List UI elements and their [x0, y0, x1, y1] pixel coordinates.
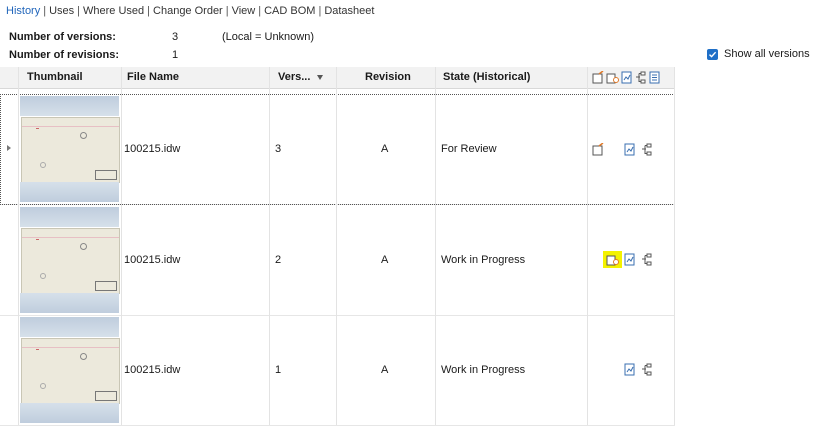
tab-history[interactable]: History: [6, 5, 40, 17]
checkbox-checked-icon: [707, 48, 718, 60]
tab-separator: |: [43, 5, 47, 17]
versions-count-label: Number of versions:: [9, 31, 116, 43]
column-divider: [587, 67, 588, 425]
show-all-versions-checkbox[interactable]: Show all versions: [707, 48, 810, 60]
column-header-thumbnail[interactable]: Thumbnail: [27, 67, 83, 88]
tab-datasheet[interactable]: Datasheet: [324, 5, 374, 17]
state-cell: For Review: [441, 143, 497, 155]
structure-tree-icon[interactable]: [640, 363, 653, 376]
tab-where-used[interactable]: Where Used: [83, 5, 144, 17]
tab-separator: |: [258, 5, 262, 17]
column-divider: [336, 67, 337, 425]
checkout-doc-icon[interactable]: [606, 71, 619, 84]
versions-local-note: (Local = Unknown): [222, 31, 315, 43]
column-header-version[interactable]: Vers...: [278, 67, 310, 88]
released-doc-icon[interactable]: [592, 71, 605, 84]
revision-cell: A: [381, 364, 389, 376]
drawing-thumbnail[interactable]: [20, 207, 120, 313]
history-grid: Thumbnail File Name Vers... Revision Sta…: [0, 67, 675, 426]
tab-view[interactable]: View: [232, 5, 256, 17]
version-cell: 3: [275, 143, 282, 155]
tab-separator: |: [318, 5, 322, 17]
tab-uses[interactable]: Uses: [49, 5, 74, 17]
table-row[interactable]: 100215.idw 1 A Work in Progress: [0, 315, 675, 426]
column-header-state[interactable]: State (Historical): [443, 67, 530, 88]
structure-tree-icon[interactable]: [640, 253, 653, 266]
tab-separator: |: [77, 5, 81, 17]
file-name-cell[interactable]: 100215.idw: [124, 315, 180, 425]
properties-doc-icon[interactable]: [648, 71, 661, 84]
column-divider: [269, 67, 270, 425]
table-row[interactable]: 100215.idw 2 A Work in Progress: [0, 205, 675, 316]
drawing-doc-icon[interactable]: [623, 143, 636, 156]
revision-cell: A: [381, 254, 389, 266]
column-divider: [435, 67, 436, 425]
tab-cad-bom[interactable]: CAD BOM: [264, 5, 315, 17]
tab-separator: |: [147, 5, 151, 17]
drawing-doc-icon[interactable]: [623, 363, 636, 376]
column-divider: [674, 67, 675, 425]
drawing-doc-icon[interactable]: [620, 71, 633, 84]
drawing-thumbnail[interactable]: [20, 317, 120, 423]
structure-tree-icon[interactable]: [640, 143, 653, 156]
column-header-file-name[interactable]: File Name: [127, 67, 179, 88]
file-name-cell[interactable]: 100215.idw: [124, 205, 180, 315]
version-cell: 2: [275, 254, 282, 266]
state-cell: Work in Progress: [441, 254, 526, 266]
version-cell: 1: [275, 364, 282, 376]
tab-bar: History | Uses | Where Used | Change Order | Vie…: [6, 5, 374, 17]
column-header-revision[interactable]: Revision: [365, 67, 411, 88]
column-divider: [121, 67, 122, 425]
revisions-count-label: Number of revisions:: [9, 49, 120, 61]
grid-header: Thumbnail File Name Vers... Revision Sta…: [0, 67, 675, 89]
tab-separator: |: [225, 5, 229, 17]
revision-cell: A: [381, 143, 389, 155]
sort-descending-icon[interactable]: [317, 75, 323, 80]
show-all-versions-label: Show all versions: [724, 48, 810, 60]
released-doc-icon[interactable]: [592, 143, 605, 156]
structure-tree-icon[interactable]: [634, 71, 647, 84]
current-row-arrow-icon: [7, 145, 11, 151]
drawing-doc-icon[interactable]: [623, 253, 636, 266]
column-divider: [18, 67, 19, 425]
table-row[interactable]: 100215.idw 3 A For Review: [0, 94, 675, 205]
state-cell: Work in Progress: [441, 364, 526, 376]
file-name-cell[interactable]: 100215.idw: [124, 94, 180, 204]
tab-change-order[interactable]: Change Order: [153, 5, 223, 17]
checkout-doc-icon[interactable]: [606, 253, 619, 266]
drawing-thumbnail[interactable]: [20, 96, 120, 202]
versions-count-value: 3: [172, 31, 179, 43]
revisions-count-value: 1: [172, 49, 179, 61]
